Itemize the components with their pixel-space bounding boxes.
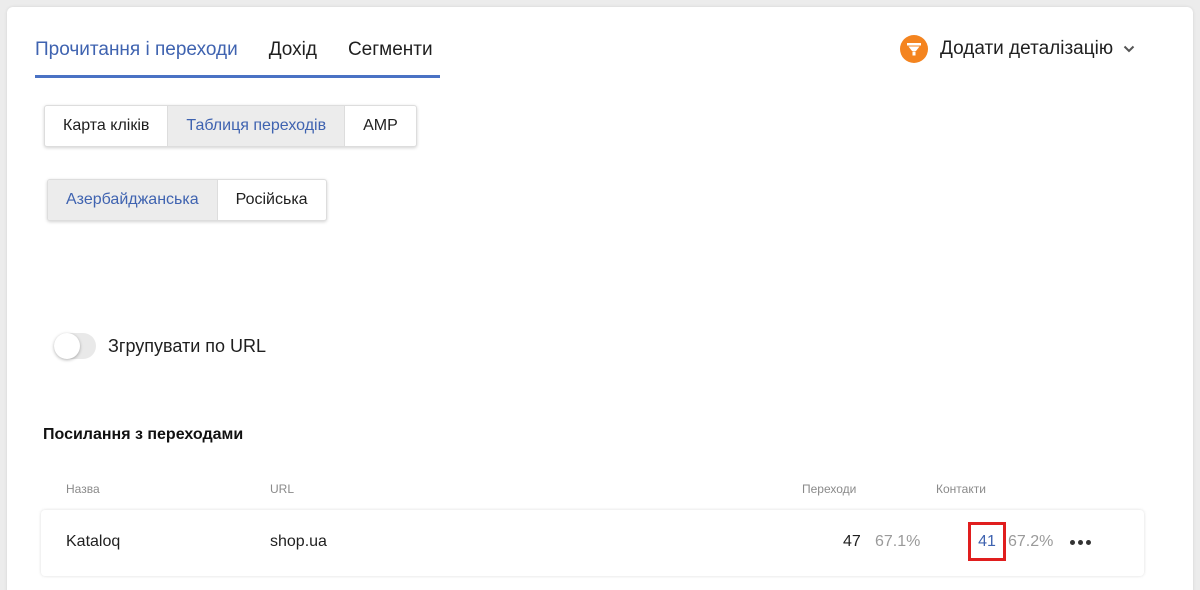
- view-mode-switch: Карта кліків Таблиця переходів AMP: [44, 105, 417, 147]
- table-row[interactable]: Kataloq shop.ua 47 67.1% 41 67.2%: [41, 510, 1144, 576]
- column-header-url: URL: [270, 482, 295, 496]
- language-russian[interactable]: Російська: [218, 180, 326, 220]
- toggle-knob: [54, 333, 80, 359]
- tab-reads-transitions[interactable]: Прочитання і переходи: [35, 38, 238, 62]
- column-header-name: Назва: [66, 482, 100, 496]
- main-card: [7, 7, 1193, 590]
- contacts-highlight-box: 41: [968, 522, 1006, 561]
- column-header-contacts[interactable]: Контакти: [936, 482, 986, 496]
- column-header-transitions[interactable]: Переходи: [802, 482, 856, 496]
- main-tabs: Прочитання і переходи Дохід Сегменти: [35, 38, 440, 78]
- row-url[interactable]: shop.ua: [270, 532, 327, 552]
- section-title: Посилання з переходами: [43, 426, 244, 443]
- chevron-down-icon: [1123, 45, 1135, 53]
- group-by-url-label: Згрупувати по URL: [108, 335, 267, 356]
- row-contacts[interactable]: 41: [978, 532, 996, 552]
- view-click-map[interactable]: Карта кліків: [45, 106, 169, 146]
- view-transitions-table[interactable]: Таблиця переходів: [168, 106, 346, 146]
- row-contacts-pct: 67.2%: [1008, 533, 1054, 550]
- view-amp[interactable]: AMP: [345, 106, 416, 146]
- language-switch: Азербайджанська Російська: [47, 179, 327, 221]
- add-detail-label: Додати деталізацію: [940, 38, 1114, 59]
- funnel-icon: [900, 35, 928, 63]
- row-transitions: 47: [843, 533, 861, 550]
- group-by-url-toggle[interactable]: [54, 333, 96, 359]
- group-by-url-row: Згрупувати по URL: [54, 333, 266, 359]
- tab-segments[interactable]: Сегменти: [348, 38, 433, 62]
- row-transitions-pct: 67.1%: [875, 533, 921, 550]
- more-options-icon[interactable]: [1070, 532, 1094, 552]
- language-azerbaijani[interactable]: Азербайджанська: [48, 180, 218, 220]
- tab-income[interactable]: Дохід: [269, 38, 317, 62]
- add-detail-button[interactable]: Додати деталізацію: [900, 34, 1135, 64]
- row-name: Kataloq: [66, 533, 121, 550]
